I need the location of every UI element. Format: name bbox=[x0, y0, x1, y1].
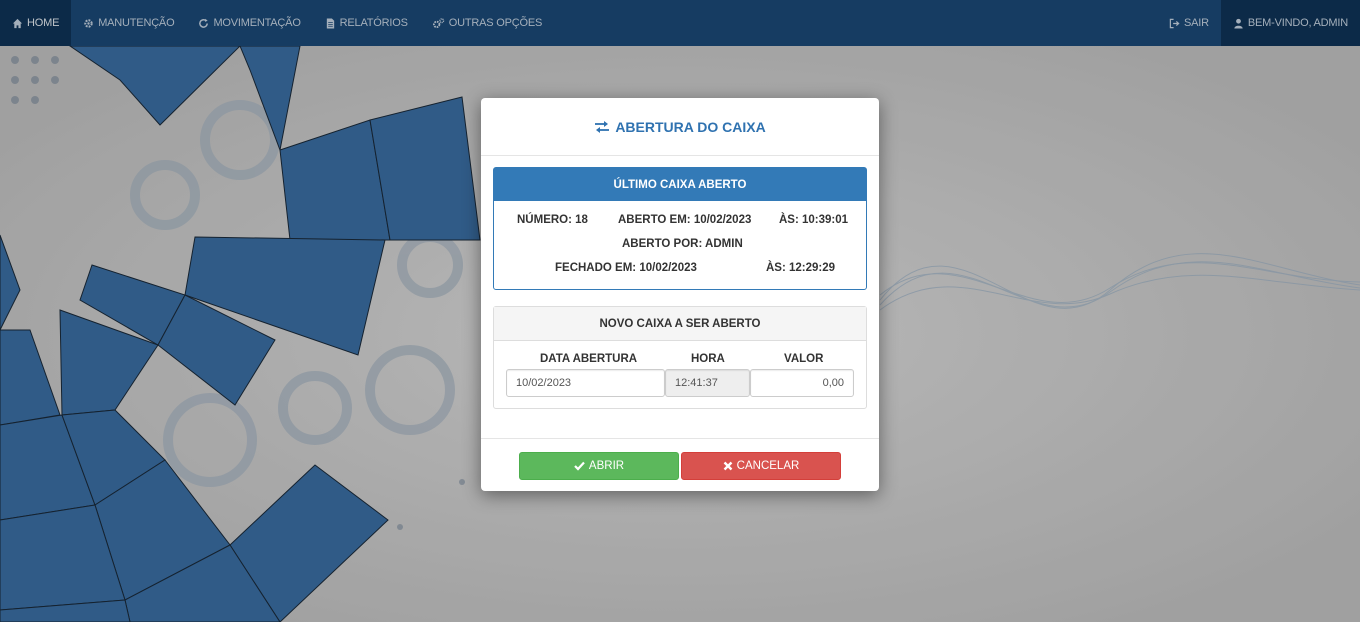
cancelar-button[interactable]: CANCELAR bbox=[681, 452, 841, 480]
modal-title: ABERTURA DO CAIXA bbox=[615, 118, 766, 135]
ultimo-caixa-info: NÚMERO: 18 ABERTO EM: 10/02/2023 ÀS: 10:… bbox=[494, 201, 866, 289]
close-icon bbox=[723, 461, 733, 471]
cancelar-label: CANCELAR bbox=[736, 460, 800, 472]
novo-caixa-heading: NOVO CAIXA A SER ABERTO bbox=[494, 307, 866, 341]
numero-text: NÚMERO: 18 bbox=[517, 214, 588, 226]
abertura-caixa-modal: ABERTURA DO CAIXA ÚLTIMO CAIXA ABERTO NÚ… bbox=[481, 98, 879, 491]
check-icon bbox=[574, 461, 585, 471]
fechado-as-text: ÀS: 12:29:29 bbox=[766, 262, 836, 274]
exchange-icon bbox=[595, 120, 610, 133]
data-abertura-label: DATA ABERTURA bbox=[540, 353, 638, 365]
modal-body: ÚLTIMO CAIXA ABERTO NÚMERO: 18 ABERTO EM… bbox=[481, 156, 879, 409]
modal-footer: ABRIR CANCELAR bbox=[481, 438, 879, 491]
fechado-em-text: FECHADO EM: 10/02/2023 bbox=[555, 262, 697, 274]
novo-caixa-form: DATA ABERTURA HORA VALOR bbox=[494, 341, 866, 409]
novo-caixa-panel: NOVO CAIXA A SER ABERTO DATA ABERTURA HO… bbox=[493, 306, 867, 409]
ultimo-caixa-heading: ÚLTIMO CAIXA ABERTO bbox=[494, 168, 866, 201]
abrir-label: ABRIR bbox=[588, 460, 625, 472]
modal-header: ABERTURA DO CAIXA bbox=[481, 98, 879, 156]
hora-label: HORA bbox=[691, 353, 725, 365]
aberto-as-text: ÀS: 10:39:01 bbox=[779, 214, 849, 226]
abrir-button[interactable]: ABRIR bbox=[519, 452, 679, 480]
hora-input bbox=[665, 369, 750, 397]
aberto-em-text: ABERTO EM: 10/02/2023 bbox=[618, 214, 752, 226]
valor-label: VALOR bbox=[784, 353, 824, 365]
valor-input[interactable] bbox=[750, 369, 854, 397]
ultimo-caixa-panel: ÚLTIMO CAIXA ABERTO NÚMERO: 18 ABERTO EM… bbox=[493, 167, 867, 290]
data-abertura-input[interactable] bbox=[506, 369, 665, 397]
aberto-por-text: ABERTO POR: ADMIN bbox=[622, 238, 743, 250]
